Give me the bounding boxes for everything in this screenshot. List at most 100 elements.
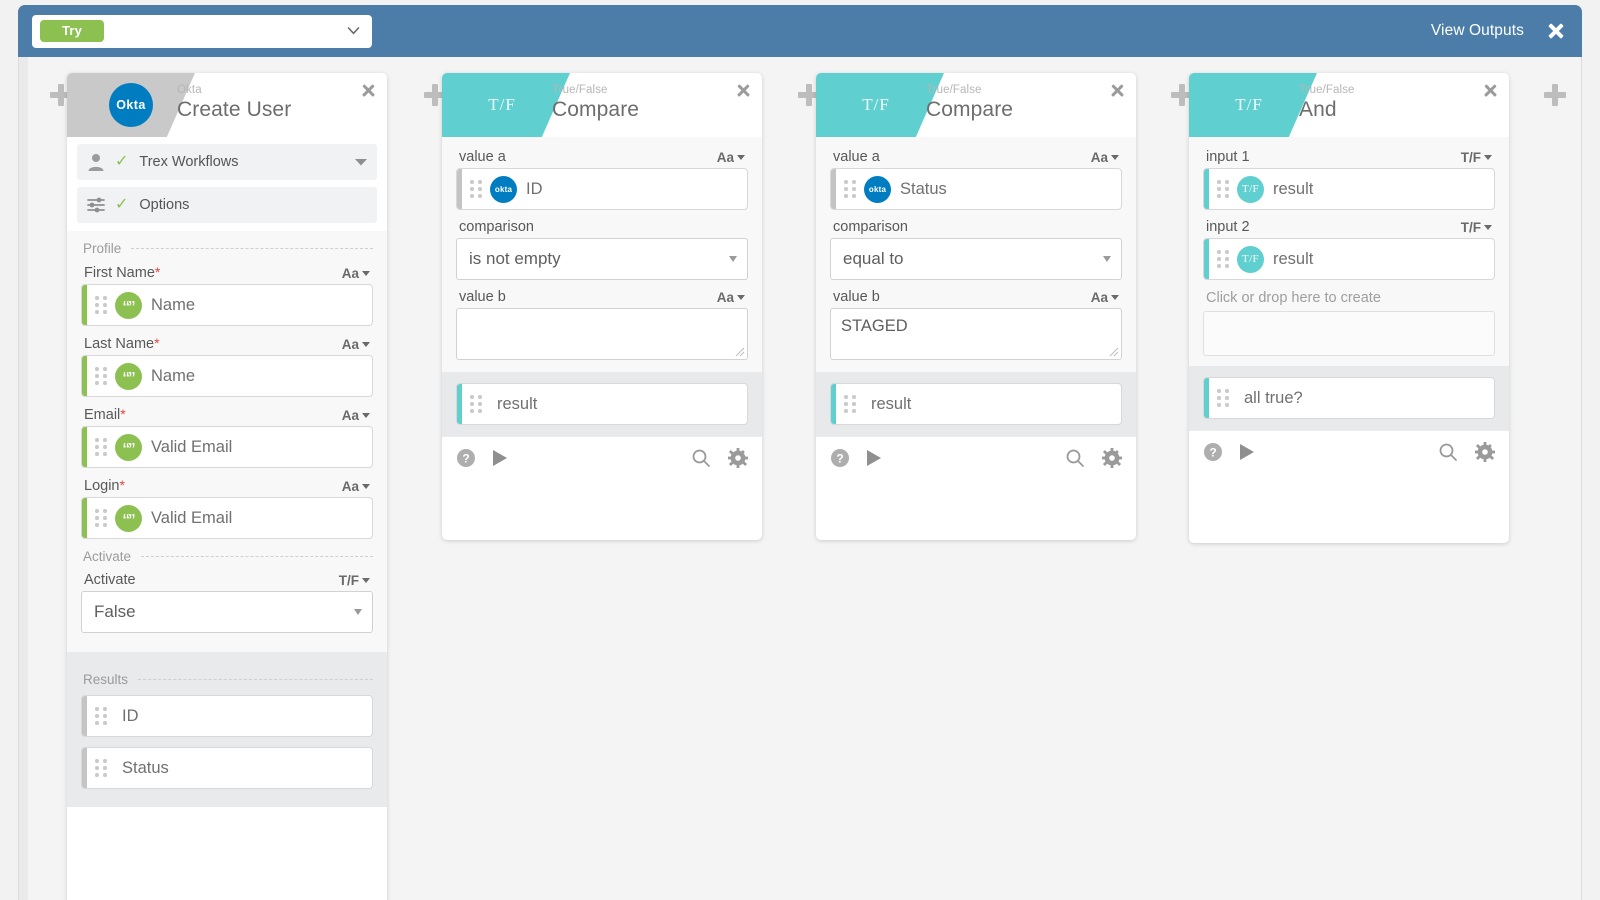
comparison-select[interactable]: equal to (830, 238, 1122, 280)
gear-icon[interactable] (1102, 447, 1122, 468)
type-selector[interactable]: T/F (1461, 150, 1492, 165)
quote-badge-icon: “” (115, 291, 142, 319)
card-title: And (1299, 98, 1337, 121)
pill-value: Name (151, 295, 196, 314)
value-b-textarea[interactable] (456, 308, 748, 360)
card-okta-create-user[interactable]: Okta Okta Create User ✓ Trex Workflows ✓… (67, 73, 387, 900)
value-pill[interactable]: T/F result (1203, 238, 1495, 280)
drag-handle-icon[interactable] (95, 296, 109, 314)
drag-handle-icon[interactable] (470, 395, 484, 413)
section-label: Results (83, 672, 129, 687)
resize-handle-icon[interactable] (1107, 345, 1119, 357)
drag-handle-icon[interactable] (1217, 389, 1231, 407)
field-label-row: value b Aa (456, 289, 748, 305)
type-selector[interactable]: Aa (1091, 150, 1119, 165)
search-icon[interactable] (1438, 442, 1458, 462)
okta-badge-icon: okta (490, 175, 517, 203)
help-icon[interactable]: ? (1203, 442, 1223, 462)
drop-zone[interactable] (1203, 311, 1495, 356)
drag-handle-icon[interactable] (470, 180, 484, 198)
drag-handle-icon[interactable] (1217, 250, 1231, 268)
play-icon[interactable] (490, 448, 510, 468)
search-icon[interactable] (1065, 448, 1085, 468)
output-chip-all-true[interactable]: all true? (1203, 377, 1495, 419)
card-close-icon[interactable] (361, 83, 376, 98)
quote-badge-icon: “” (115, 504, 142, 532)
connection-row-options[interactable]: ✓ Options (77, 187, 377, 223)
card-close-icon[interactable] (736, 83, 751, 98)
section-rule (138, 679, 373, 680)
search-icon[interactable] (691, 448, 711, 468)
value-pill[interactable]: T/F result (1203, 168, 1495, 210)
value-pill[interactable]: “” Valid Email (81, 426, 373, 468)
type-selector[interactable]: Aa (342, 337, 370, 352)
resize-handle-icon[interactable] (733, 345, 745, 357)
help-icon[interactable]: ? (456, 448, 476, 468)
field-last-name: Last Name* Aa “” Name (81, 335, 373, 397)
add-step-button-4[interactable] (1544, 84, 1566, 106)
tf-logo-icon: T/F (488, 95, 516, 114)
gear-icon[interactable] (728, 447, 748, 468)
value-pill[interactable]: “” Valid Email (81, 497, 373, 539)
type-selector[interactable]: Aa (342, 266, 370, 281)
type-selector[interactable]: Aa (1091, 290, 1119, 305)
okta-logo-icon: Okta (109, 83, 153, 127)
output-label: all true? (1244, 388, 1303, 407)
card-compare-2[interactable]: T/F True/False Compare value a Aa okta S… (816, 73, 1136, 540)
value-pill[interactable]: “” Name (81, 355, 373, 397)
type-selector[interactable]: T/F (339, 573, 370, 588)
field-label: value b (833, 289, 880, 305)
drag-handle-icon[interactable] (95, 707, 109, 725)
type-selector[interactable]: T/F (1461, 220, 1492, 235)
value-pill[interactable]: “” Name (81, 284, 373, 326)
card-close-icon[interactable] (1483, 83, 1498, 98)
chevron-down-icon[interactable] (355, 158, 367, 166)
chevron-down-icon[interactable] (347, 24, 360, 37)
canvas-left-rail (19, 57, 28, 900)
field-label-row: input 2 T/F (1203, 219, 1495, 235)
view-outputs-button[interactable]: View Outputs (1431, 22, 1524, 40)
drag-handle-icon[interactable] (1217, 180, 1231, 198)
card-app-name: True/False (1299, 84, 1355, 96)
drag-handle-icon[interactable] (844, 395, 858, 413)
comparison-select[interactable]: is not empty (456, 238, 748, 280)
drag-handle-icon[interactable] (95, 438, 109, 456)
try-badge[interactable]: Try (40, 20, 105, 42)
drag-handle-icon[interactable] (95, 367, 109, 385)
connection-label: Options (139, 197, 190, 213)
value-pill[interactable]: okta Status (830, 168, 1122, 210)
drag-handle-icon[interactable] (95, 759, 109, 777)
type-selector[interactable]: Aa (717, 150, 745, 165)
type-selector[interactable]: Aa (717, 290, 745, 305)
close-icon[interactable] (1546, 21, 1566, 41)
output-chip-result[interactable]: result (456, 383, 748, 425)
card-heading: True/False And (1299, 83, 1355, 123)
type-selector[interactable]: Aa (342, 479, 370, 494)
user-icon (88, 154, 104, 171)
okta-badge-icon: okta (864, 175, 891, 203)
drag-handle-icon[interactable] (95, 509, 109, 527)
section-heading: Profile (83, 241, 373, 256)
play-icon[interactable] (864, 448, 884, 468)
card-compare-1[interactable]: T/F True/False Compare value a Aa okta I… (442, 73, 762, 540)
gear-icon[interactable] (1475, 441, 1495, 462)
value-pill[interactable]: okta ID (456, 168, 748, 210)
result-chip-id[interactable]: ID (81, 695, 373, 737)
drag-handle-icon[interactable] (844, 180, 858, 198)
card-close-icon[interactable] (1110, 83, 1125, 98)
play-icon[interactable] (1237, 442, 1257, 462)
pill-accent (457, 384, 462, 424)
result-chip-status[interactable]: Status (81, 747, 373, 789)
value-b-textarea[interactable]: STAGED (830, 308, 1122, 360)
select-value: is not empty (469, 249, 561, 268)
activate-select[interactable]: False (81, 591, 373, 633)
type-selector[interactable]: Aa (342, 408, 370, 423)
section-rule (141, 556, 373, 557)
help-icon[interactable]: ? (830, 448, 850, 468)
field-comparison: comparison equal to (830, 219, 1122, 280)
recipe-select[interactable]: Try (32, 14, 372, 48)
card-and[interactable]: T/F True/False And input 1 T/F T/F resul… (1189, 73, 1509, 543)
connection-row-account[interactable]: ✓ Trex Workflows (77, 144, 377, 180)
output-chip-result[interactable]: result (830, 383, 1122, 425)
card-app-badge: T/F (1189, 73, 1317, 137)
